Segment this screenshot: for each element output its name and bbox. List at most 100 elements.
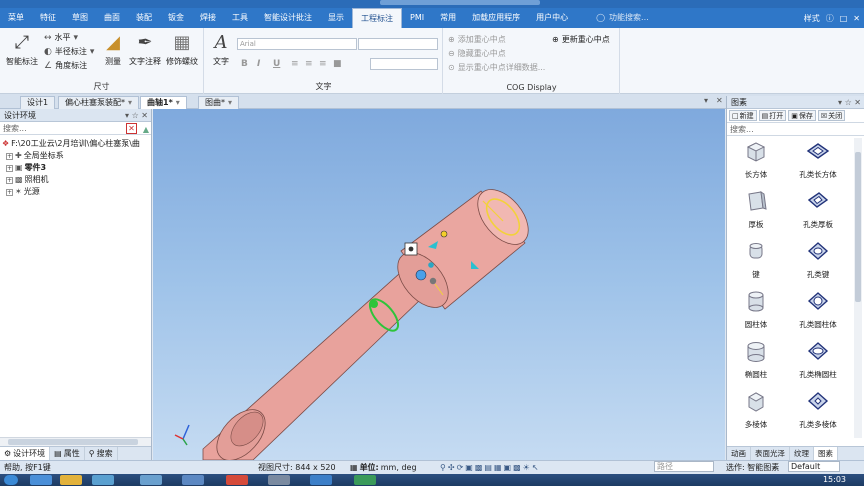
- style-menu[interactable]: 样式: [804, 13, 820, 24]
- restore-icon[interactable]: □: [840, 14, 848, 23]
- light-icon[interactable]: ☀: [523, 461, 530, 474]
- viewport-canvas[interactable]: [153, 109, 725, 460]
- expand-icon[interactable]: +: [6, 164, 13, 172]
- taskbar-app-icon[interactable]: [92, 475, 114, 485]
- align-right-icon[interactable]: ≡: [319, 59, 327, 69]
- tree-item-part3[interactable]: + ▣ 零件3: [0, 162, 151, 174]
- default-combo[interactable]: Default: [788, 461, 840, 472]
- pin-icon[interactable]: [428, 262, 434, 268]
- mode-combo[interactable]: 路径: [654, 461, 714, 472]
- tree-item-camera[interactable]: + ▩ 照相机: [0, 174, 151, 186]
- element-box[interactable]: 长方体: [727, 138, 785, 180]
- section-icon[interactable]: ▤: [484, 461, 492, 474]
- font-size-combo[interactable]: [358, 38, 438, 50]
- panel-controls[interactable]: ▾ ☆ ✕: [125, 109, 148, 122]
- close-icon[interactable]: ✕: [853, 14, 860, 23]
- menu-item-tools[interactable]: 工具: [224, 8, 256, 28]
- scroll-thumb[interactable]: [855, 152, 861, 302]
- close-icon[interactable]: ▾: [228, 98, 232, 107]
- menu-item-user-center[interactable]: 用户中心: [528, 8, 576, 28]
- scroll-thumb[interactable]: [8, 439, 138, 445]
- clear-search-icon[interactable]: ✕: [126, 123, 137, 134]
- zoom-icon[interactable]: ⚲: [440, 461, 446, 474]
- clock[interactable]: 15:03: [823, 474, 846, 486]
- menu-item-engineering-annotation[interactable]: 工程标注: [352, 8, 402, 28]
- blue-handle-icon[interactable]: [415, 269, 427, 281]
- expand-icon[interactable]: +: [6, 152, 13, 160]
- taskbar-app-icon[interactable]: [310, 475, 332, 485]
- tree-horizontal-scrollbar[interactable]: [0, 437, 151, 446]
- taskbar-app-icon[interactable]: [182, 475, 204, 485]
- tabs-dropdown-icon[interactable]: ▾: [704, 96, 708, 105]
- tab-elements[interactable]: 图素: [814, 447, 838, 460]
- font-combo[interactable]: Arial: [237, 38, 357, 50]
- text-button[interactable]: A 文字: [209, 32, 233, 67]
- add-cog-button[interactable]: ⊕ 添加重心中点: [448, 34, 506, 45]
- elements-vertical-scrollbar[interactable]: [854, 138, 862, 438]
- selection-filter[interactable]: 选作: 智能图素: [726, 461, 779, 474]
- save-button[interactable]: ▣ 保存: [788, 110, 816, 121]
- menu-item-surface[interactable]: 曲面: [96, 8, 128, 28]
- element-hole-cylinder[interactable]: 孔类圆柱体: [789, 288, 847, 330]
- taskbar-ie-icon[interactable]: [30, 475, 52, 485]
- taskbar-ppt-icon[interactable]: [226, 475, 248, 485]
- close-icon[interactable]: ▾: [128, 98, 132, 107]
- tab-properties[interactable]: ▤ 属性: [50, 447, 85, 460]
- camera-icon[interactable]: ▩: [513, 461, 521, 474]
- element-key[interactable]: 键: [727, 238, 785, 280]
- bold-button[interactable]: B: [241, 59, 248, 69]
- horizontal-dimension-button[interactable]: ↔ 水平 ▾: [44, 32, 78, 43]
- smart-dimension-button[interactable]: ⤢ 智能标注: [4, 32, 40, 67]
- new-button[interactable]: □ 新建: [729, 110, 757, 121]
- cursor-icon[interactable]: ↖: [532, 461, 539, 474]
- expand-icon[interactable]: +: [6, 176, 13, 184]
- menu-item-display[interactable]: 显示: [320, 8, 352, 28]
- elements-panel-controls[interactable]: ▾ ☆ ✕: [838, 96, 861, 109]
- tab-design-env[interactable]: ⚙ 设计环境: [0, 447, 51, 460]
- element-thick-plate[interactable]: 厚板: [727, 188, 785, 230]
- measure-button[interactable]: ◢ 测量: [100, 32, 126, 67]
- help-icon[interactable]: ⓘ: [826, 13, 834, 24]
- elements-search-input[interactable]: 搜索...: [727, 123, 864, 136]
- menu-item-pmi[interactable]: PMI: [402, 8, 432, 28]
- pan-icon[interactable]: ✣: [448, 461, 455, 474]
- menu-item-assembly[interactable]: 装配: [128, 8, 160, 28]
- element-elliptic-cylinder[interactable]: 椭圆柱: [727, 338, 785, 380]
- hide-cog-button[interactable]: ⊖ 隐藏重心中点: [448, 48, 506, 59]
- shading-icon[interactable]: ▩: [475, 461, 483, 474]
- render-icon[interactable]: ▦: [494, 461, 502, 474]
- tab-animation[interactable]: 动画: [727, 447, 751, 460]
- 3d-viewport[interactable]: [153, 109, 725, 460]
- tab-search[interactable]: ⚲ 搜索: [85, 447, 118, 460]
- yellow-handle-icon[interactable]: [440, 230, 448, 238]
- tab-surface-gloss[interactable]: 表面光泽: [751, 447, 790, 460]
- italic-button[interactable]: I: [257, 59, 260, 69]
- tabs-close-icon[interactable]: ✕: [716, 96, 723, 105]
- text-note-button[interactable]: ✒ 文字注释: [128, 32, 162, 67]
- tab-drawing[interactable]: 图曲* ▾: [198, 96, 240, 109]
- color-icon[interactable]: ■: [333, 59, 342, 69]
- fit-icon[interactable]: ▣: [504, 461, 512, 474]
- view-cube-icon[interactable]: ▣: [465, 461, 473, 474]
- update-cog-button[interactable]: ⊕ 更新重心中点: [552, 34, 610, 45]
- show-cog-detail-button[interactable]: ⊙ 显示重心中点详细数据...: [448, 62, 545, 73]
- tree-item-global-coords[interactable]: + ✚ 全局坐标系: [0, 150, 151, 162]
- tree-search-input[interactable]: 搜索... ✕ ▲: [0, 122, 151, 135]
- view-toolbar[interactable]: ⚲ ✣ ⟳ ▣ ▩ ▤ ▦ ▣ ▩ ☀ ↖: [440, 461, 539, 474]
- menu-item-feature[interactable]: 特征: [32, 8, 64, 28]
- align-left-icon[interactable]: ≡: [291, 59, 299, 69]
- menu-item-weld[interactable]: 焊接: [192, 8, 224, 28]
- menu-item-smart-annotation[interactable]: 智能设计批注: [256, 8, 320, 28]
- taskbar-app-icon[interactable]: [140, 475, 162, 485]
- element-hole-key[interactable]: 孔类键: [789, 238, 847, 280]
- open-button[interactable]: ▤ 打开: [758, 110, 787, 121]
- close-icon[interactable]: ▾: [176, 98, 180, 107]
- rotate-icon[interactable]: ⟳: [457, 461, 464, 474]
- align-center-icon[interactable]: ≡: [305, 59, 313, 69]
- element-hole-plate[interactable]: 孔类厚板: [789, 188, 847, 230]
- line-style-combo[interactable]: [370, 58, 438, 70]
- anchor-icon[interactable]: [370, 300, 378, 308]
- tab-crankshaft[interactable]: 曲轴1* ▾: [140, 96, 187, 109]
- thread-button[interactable]: ▦ 修饰螺纹: [164, 32, 200, 67]
- underline-button[interactable]: U: [273, 59, 280, 69]
